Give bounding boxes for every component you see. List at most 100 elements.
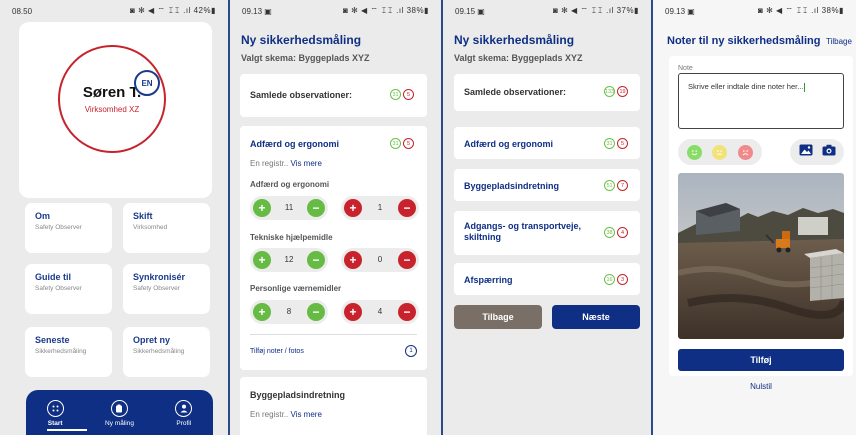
summary-card: Samlede observationer: 31 5 — [240, 74, 427, 117]
category-title[interactable]: Byggepladsindretning — [250, 390, 345, 400]
show-more-link[interactable]: Vis mere — [290, 410, 321, 419]
category-title: Adgangs- og transportveje, skiltning — [464, 221, 582, 242]
camera-icon[interactable] — [822, 143, 836, 161]
negative-stepper: + 1 − — [341, 196, 419, 220]
status-time: 08.50 — [12, 6, 33, 16]
category-title[interactable]: Adfærd og ergonomi — [250, 139, 339, 149]
tile-subtitle: Safety Observer — [133, 285, 180, 292]
minus-button[interactable]: − — [307, 251, 325, 269]
minus-button[interactable]: − — [398, 303, 416, 321]
negative-count: 5 — [403, 138, 414, 149]
registration-text: En registr.. — [250, 410, 289, 419]
nav-start[interactable]: Start — [46, 400, 64, 427]
tile-about[interactable]: Om Safety Observer — [25, 203, 112, 253]
avatar: Søren T. Virksomhed XZ — [58, 45, 166, 153]
negative-count: 19 — [617, 86, 628, 97]
nav-label: Start — [47, 420, 63, 427]
reset-link[interactable]: Nulstil — [678, 382, 844, 391]
measurement-overview-screen: 09.15 ▣ ◙ ✻ ◀ ⌔ 𝙸𝙸 .ıl 37%▮ Ny sikkerhed… — [441, 0, 651, 435]
item-label: Tekniske hjælpemidle — [250, 233, 333, 242]
category-row[interactable]: Adfærd og ergonomi 31 5 — [454, 127, 640, 159]
note-textarea[interactable]: Skrive eller indtale dine noter her... — [678, 73, 844, 129]
tile-subtitle: Virksomhed — [133, 224, 168, 231]
tile-title: Seneste — [35, 335, 70, 345]
status-icons: ◙ ✻ ◀ ⌔ 𝙸𝙸 .ıl 42%▮ — [130, 6, 216, 15]
summary-label: Samlede observationer: — [464, 87, 567, 97]
minus-button[interactable]: − — [398, 251, 416, 269]
item-label: Personlige værnemidler — [250, 284, 342, 293]
summary-counts: 133 19 — [604, 86, 628, 97]
status-bar: 09.13 ▣ ◙ ✻ ◀ ⌔ 𝙸𝙸 .ıl 38%▮ — [230, 0, 441, 22]
tile-create-new[interactable]: Opret ny Sikkerhedsmåling — [123, 327, 210, 377]
summary-label: Samlede observationer: — [250, 90, 353, 100]
tile-title: Om — [35, 211, 51, 221]
negative-count: 4 — [617, 227, 628, 238]
tile-guide[interactable]: Guide til Safety Observer — [25, 264, 112, 314]
negative-count: 7 — [617, 180, 628, 191]
category-row[interactable]: Byggepladsindretning 51 7 — [454, 169, 640, 201]
status-icons: ◙ ✻ ◀ ⌔ 𝙸𝙸 .ıl 38%▮ — [343, 6, 429, 15]
selected-schema: Valgt skema: Byggeplads XYZ — [241, 53, 370, 63]
selected-schema: Valgt skema: Byggeplads XYZ — [454, 53, 583, 63]
attached-photo[interactable] — [678, 173, 844, 339]
back-button[interactable]: Tilbage — [454, 305, 542, 329]
tile-switch[interactable]: Skift Virksomhed — [123, 203, 210, 253]
back-link[interactable]: Tilbage — [826, 37, 852, 46]
rating-selector — [678, 139, 762, 165]
category-card: Adfærd og ergonomi 31 5 En registr.. Vis… — [240, 126, 427, 370]
positive-count: 31 — [390, 89, 401, 100]
category-title: Adfærd og ergonomi — [464, 139, 553, 149]
registration-text: En registr.. — [250, 159, 289, 168]
sad-face-icon[interactable] — [737, 144, 753, 160]
nav-profile[interactable]: Profil — [175, 400, 193, 427]
user-icon — [175, 400, 193, 417]
positive-stepper: + 11 − — [250, 196, 328, 220]
category-counts: 16 3 — [604, 274, 628, 285]
notes-count-icon: 1 — [405, 345, 417, 357]
grid-icon — [46, 400, 64, 417]
status-icons: ◙ ✻ ◀ ⌔ 𝙸𝙸 .ıl 37%▮ — [553, 6, 639, 15]
nav-label: Profil — [176, 420, 192, 427]
positive-count: 31 — [604, 138, 615, 149]
user-name: Søren T. — [82, 84, 142, 101]
show-more-link[interactable]: Vis mere — [290, 159, 321, 168]
tile-title: Skift — [133, 211, 153, 221]
text-cursor — [804, 82, 806, 92]
add-button[interactable]: Tilføj — [678, 349, 844, 371]
category-row[interactable]: Adgangs- og transportveje, skiltning 38 … — [454, 211, 640, 255]
status-bar: 09.15 ▣ ◙ ✻ ◀ ⌔ 𝙸𝙸 .ıl 37%▮ — [443, 0, 651, 22]
add-notes-link[interactable]: Tilføj noter / fotos — [250, 348, 304, 355]
minus-button[interactable]: − — [398, 199, 416, 217]
neutral-face-icon[interactable] — [712, 144, 728, 160]
image-gallery-icon[interactable] — [799, 143, 813, 161]
notes-screen: 09.13 ▣ ◙ ✻ ◀ ⌔ 𝙸𝙸 .ıl 38%▮ Noter til ny… — [651, 0, 856, 435]
clipboard-icon — [110, 400, 128, 417]
next-button[interactable]: Næste — [552, 305, 640, 329]
divider — [250, 334, 417, 335]
summary-counts: 31 5 — [390, 89, 414, 100]
negative-stepper: + 0 − — [341, 248, 419, 272]
page-title: Ny sikkerhedsmåling — [241, 33, 362, 47]
tile-sync[interactable]: Synkronisér Safety Observer — [123, 264, 210, 314]
nav-active-indicator — [47, 429, 87, 431]
status-icons: ◙ ✻ ◀ ⌔ 𝙸𝙸 .ıl 38%▮ — [758, 6, 844, 15]
language-badge[interactable]: EN — [134, 70, 160, 96]
category-title: Byggepladsindretning — [464, 181, 560, 191]
positive-stepper: + 12 − — [250, 248, 328, 272]
tile-title: Synkronisér — [133, 272, 186, 282]
minus-button[interactable]: − — [307, 303, 325, 321]
user-company: Virksomhed XZ — [84, 105, 140, 114]
tile-subtitle: Sikkerhedsmåling — [133, 348, 185, 355]
category-row[interactable]: Afspærring 16 3 — [454, 263, 640, 295]
category-counts: 31 5 — [390, 138, 414, 149]
item-label: Adfærd og ergonomi — [250, 180, 330, 189]
happy-face-icon[interactable] — [687, 144, 703, 160]
tile-title: Opret ny — [133, 335, 171, 345]
tile-latest[interactable]: Seneste Sikkerhedsmåling — [25, 327, 112, 377]
nav-new-measurement[interactable]: Ny måling — [105, 400, 134, 427]
page-title: Noter til ny sikkerhedsmåling — [667, 35, 821, 47]
nav-label: Ny måling — [105, 420, 134, 427]
category-card: Byggepladsindretning En registr.. Vis me… — [240, 377, 427, 435]
summary-card: Samlede observationer: 133 19 — [454, 74, 640, 111]
minus-button[interactable]: − — [307, 199, 325, 217]
